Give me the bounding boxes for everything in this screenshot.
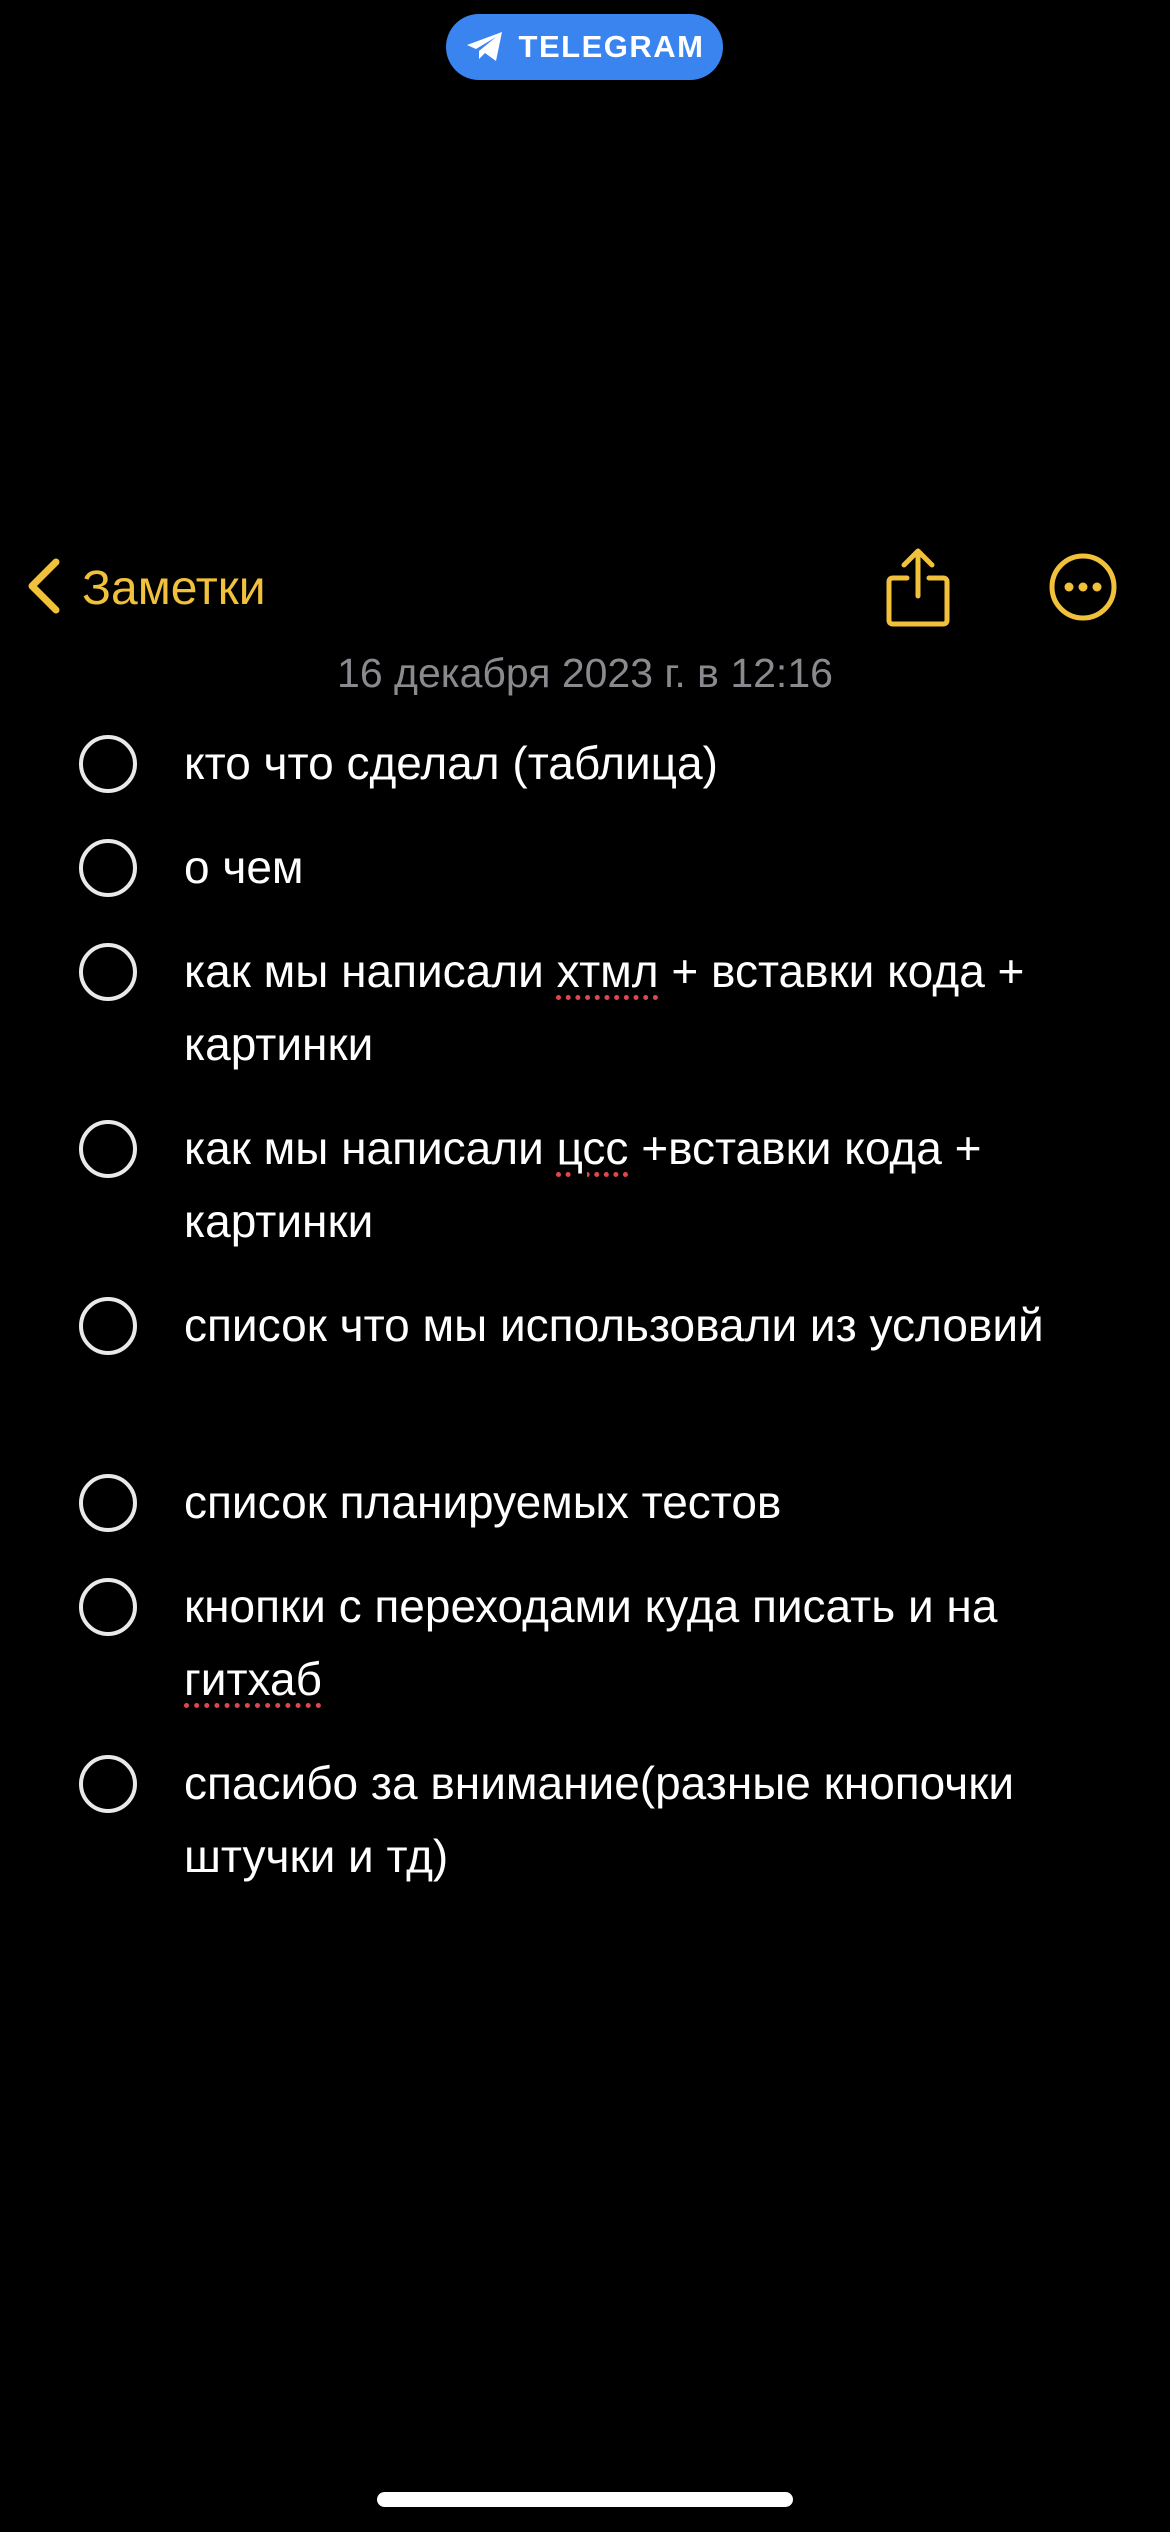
home-indicator[interactable] <box>377 2492 793 2507</box>
checklist-item-text[interactable]: о чем <box>184 831 1084 904</box>
misspelled-word[interactable]: гитхаб <box>184 1653 322 1705</box>
checklist-item-text[interactable]: кнопки с переходами куда писать и на гит… <box>184 1570 1084 1716</box>
checklist-item-text[interactable]: кто что сделал (таблица) <box>184 727 1084 800</box>
telegram-banner[interactable]: TELEGRAM <box>446 14 723 80</box>
checkbox-circle[interactable] <box>79 1297 137 1355</box>
paper-plane-icon <box>465 30 505 64</box>
checklist-item-text[interactable]: список планируемых тестов <box>184 1466 1084 1539</box>
checkbox-circle[interactable] <box>79 1755 137 1813</box>
share-icon <box>883 548 953 634</box>
ellipsis-circle-icon <box>1048 553 1118 626</box>
navigation-bar: Заметки <box>0 540 1170 636</box>
note-date: 16 декабря 2023 г. в 12:16 <box>337 650 833 696</box>
misspelled-word[interactable]: хтмл <box>557 945 659 997</box>
checklist-item-text[interactable]: как мы написали хтмл + вставки кода + ка… <box>184 935 1084 1081</box>
back-button[interactable]: Заметки <box>24 540 266 636</box>
checkbox-circle[interactable] <box>79 839 137 897</box>
checkbox-circle[interactable] <box>79 943 137 1001</box>
checkbox-circle[interactable] <box>79 735 137 793</box>
chevron-left-icon <box>24 556 64 621</box>
misspelled-word[interactable]: цсс <box>557 1122 629 1174</box>
telegram-label: TELEGRAM <box>518 29 705 64</box>
checkbox-circle[interactable] <box>79 1578 137 1636</box>
checklist-item-text[interactable]: спасибо за внимание(разные кнопочки штуч… <box>184 1747 1084 1893</box>
checklist-item-text[interactable]: как мы написали цсс +вставки кода + карт… <box>184 1112 1084 1258</box>
checkbox-circle[interactable] <box>79 1474 137 1532</box>
checkbox-circle[interactable] <box>79 1120 137 1178</box>
checklist-item-text[interactable]: список что мы использовали из условий <box>184 1289 1084 1362</box>
share-button[interactable] <box>883 546 953 630</box>
more-button[interactable] <box>1048 552 1118 622</box>
back-button-label: Заметки <box>82 561 266 615</box>
